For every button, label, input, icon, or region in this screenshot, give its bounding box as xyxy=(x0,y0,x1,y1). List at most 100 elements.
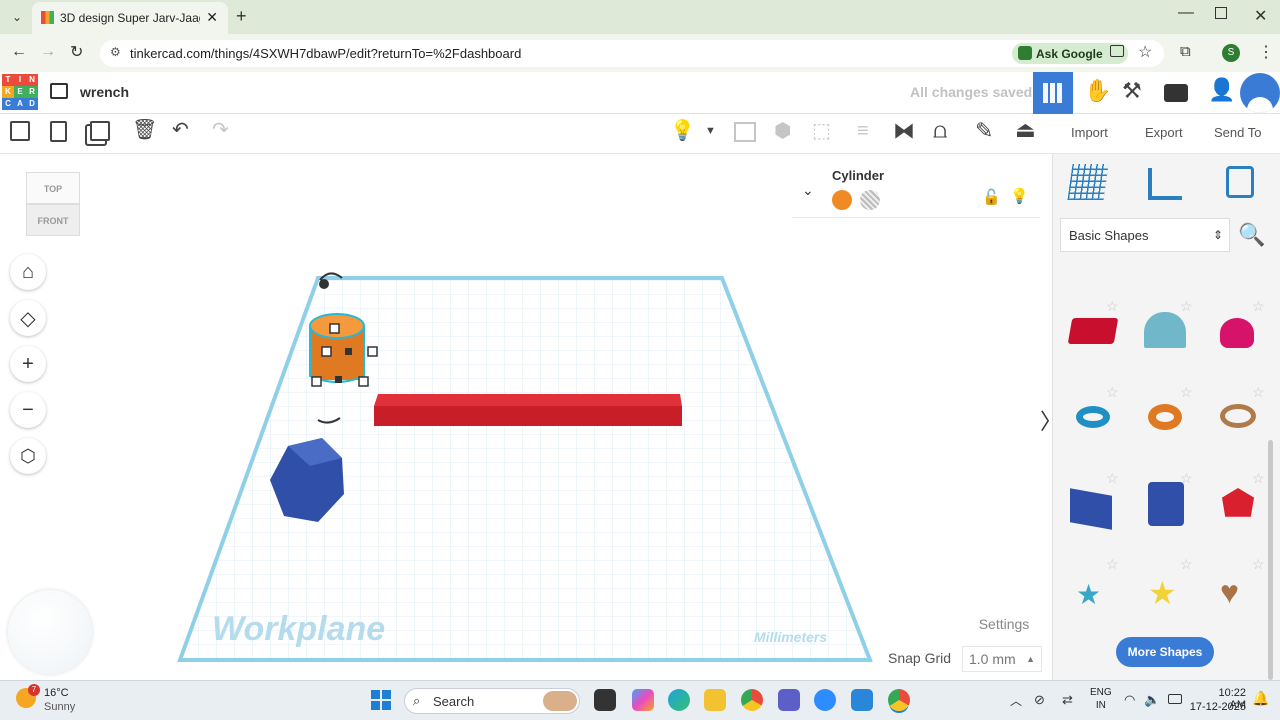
view-cube-top[interactable]: TOP xyxy=(26,172,80,204)
favorite-star-icon[interactable]: ☆ xyxy=(1106,298,1119,315)
fit-view-button[interactable]: ◇ xyxy=(10,300,46,336)
shape-tile-star-yellow[interactable]: ★ xyxy=(1148,574,1177,612)
bricks-mode-icon[interactable]: ⚒ xyxy=(1122,80,1142,102)
design-list-icon[interactable] xyxy=(50,83,68,99)
clock-date[interactable]: 17-12-2025 xyxy=(1188,701,1246,713)
copy-icon[interactable] xyxy=(10,121,30,141)
shape-tile-heart[interactable]: ♥ xyxy=(1220,574,1239,611)
hole-icon[interactable]: ⬚ xyxy=(812,121,831,141)
shape-tile-torus[interactable] xyxy=(1076,406,1110,428)
workplane-tool-icon[interactable]: ⏏ xyxy=(1015,119,1036,141)
favorite-star-icon[interactable]: ☆ xyxy=(1252,384,1265,401)
user-avatar[interactable] xyxy=(1240,73,1280,113)
visibility-bulb-icon[interactable]: 💡 xyxy=(1010,187,1029,205)
install-app-icon[interactable] xyxy=(1110,45,1124,57)
tray-network-activity-icon[interactable]: ⇄ xyxy=(1062,692,1073,708)
favorite-star-icon[interactable]: ☆ xyxy=(1180,298,1193,315)
language-indicator[interactable]: ENG IN xyxy=(1090,686,1112,712)
volume-icon[interactable]: 🔈 xyxy=(1144,692,1160,708)
search-shapes-icon[interactable]: 🔍 xyxy=(1238,222,1265,248)
battery-icon[interactable] xyxy=(1168,694,1182,704)
solid-color-swatch[interactable] xyxy=(832,190,852,210)
duplicate-icon[interactable] xyxy=(90,121,110,141)
3d-viewport[interactable]: Workplane Millimeters xyxy=(0,154,1050,680)
redo-icon[interactable]: ↷ xyxy=(212,120,229,140)
close-window-icon[interactable]: ✕ xyxy=(1254,6,1267,26)
shape-category-select[interactable]: Basic Shapes ⇕ xyxy=(1060,218,1230,252)
photos-icon[interactable] xyxy=(851,689,873,711)
import-button[interactable]: Import xyxy=(1071,114,1108,150)
shape-tile-text[interactable] xyxy=(1067,318,1119,344)
group-icon[interactable] xyxy=(734,122,756,142)
copilot-icon[interactable] xyxy=(632,689,654,711)
delete-icon[interactable]: 🗑 xyxy=(132,120,157,140)
wifi-icon[interactable]: ◠ xyxy=(1124,692,1135,708)
cruise-magnet-icon[interactable]: ⩍ xyxy=(933,120,947,142)
tray-chevron-icon[interactable]: ︿ xyxy=(1010,692,1022,709)
favorite-star-icon[interactable]: ☆ xyxy=(1252,298,1265,315)
view-cube-front[interactable]: FRONT xyxy=(26,204,80,236)
favorite-star-icon[interactable]: ☆ xyxy=(1252,470,1265,487)
send-to-button[interactable]: Send To xyxy=(1214,114,1261,150)
tray-defender-icon[interactable]: ⊘ xyxy=(1034,692,1045,708)
shape-tile-half-cylinder[interactable] xyxy=(1144,312,1186,348)
view-cube[interactable]: TOP FRONT xyxy=(26,172,80,238)
shape-tile-ring[interactable] xyxy=(1220,404,1256,428)
shape-tile-paraboloid[interactable] xyxy=(1220,318,1254,348)
snap-grid-select[interactable]: 1.0 mm ▲ xyxy=(962,646,1042,672)
perspective-button[interactable]: ⬡ xyxy=(10,438,46,474)
extensions-icon[interactable]: ⧉ xyxy=(1180,43,1191,60)
view-3d-grid-button[interactable] xyxy=(1033,72,1073,114)
bookmark-star-icon[interactable]: ☆ xyxy=(1138,42,1152,62)
more-shapes-button[interactable]: More Shapes xyxy=(1116,637,1214,667)
lock-icon[interactable]: 🔓 xyxy=(982,188,1001,206)
address-bar[interactable]: ⚙ tinkercad.com/things/4SXWH7dbawP/edit?… xyxy=(100,40,1164,67)
design-name[interactable]: wrench xyxy=(80,84,129,100)
favorite-star-icon[interactable]: ☆ xyxy=(1106,470,1119,487)
chrome-menu-icon[interactable]: ⋮ xyxy=(1258,42,1274,62)
file-explorer-icon[interactable] xyxy=(704,689,726,711)
workplane-panel-icon[interactable] xyxy=(1067,164,1109,200)
paste-icon[interactable] xyxy=(50,121,67,142)
browser-tab-active[interactable]: 3D design Super Jarv-Jaagub - ✕ xyxy=(32,2,228,34)
teams-icon[interactable] xyxy=(778,689,800,711)
chrome-profile-icon[interactable] xyxy=(888,689,910,711)
back-icon[interactable]: ← xyxy=(11,43,27,61)
favorite-star-icon[interactable]: ☆ xyxy=(1180,470,1193,487)
notification-bell-icon[interactable]: 🔔 xyxy=(1252,690,1269,707)
shape-tile-tube[interactable] xyxy=(1148,404,1182,430)
favorite-star-icon[interactable]: ☆ xyxy=(1106,556,1119,573)
settings-button[interactable]: Settings xyxy=(968,610,1040,638)
undo-icon[interactable]: ↶ xyxy=(172,120,189,140)
zoom-out-button[interactable]: − xyxy=(10,392,46,428)
favorite-star-icon[interactable]: ☆ xyxy=(1180,384,1193,401)
mirror-icon[interactable]: ⧓ xyxy=(893,120,915,142)
edge-icon[interactable] xyxy=(668,689,690,711)
home-view-button[interactable]: ⌂ xyxy=(10,254,46,290)
new-tab-icon[interactable]: + xyxy=(236,6,247,27)
collapse-inspector-icon[interactable]: ⌄ xyxy=(802,182,814,199)
export-button[interactable]: Export xyxy=(1145,114,1183,150)
forward-icon[interactable]: → xyxy=(40,43,56,61)
notes-light-icon[interactable]: 💡 xyxy=(670,121,695,141)
tinkercad-logo[interactable]: T I N K E R C A D xyxy=(2,74,38,110)
hole-swatch[interactable] xyxy=(860,190,880,210)
task-view-icon[interactable] xyxy=(594,689,616,711)
shape-tile-star-blue[interactable]: ★ xyxy=(1076,578,1101,611)
tab-search-icon[interactable]: ⌄ xyxy=(8,8,26,26)
shape-tile-hexagon[interactable] xyxy=(1148,482,1184,526)
navigation-orb[interactable] xyxy=(8,590,92,674)
align-icon[interactable]: ≡ xyxy=(857,121,869,141)
ruler-icon[interactable]: ✎ xyxy=(975,120,993,142)
profile-avatar[interactable]: S xyxy=(1222,44,1240,62)
ungroup-icon[interactable]: ⬢ xyxy=(774,121,791,141)
favorite-star-icon[interactable]: ☆ xyxy=(1106,384,1119,401)
close-tab-icon[interactable]: ✕ xyxy=(206,9,218,26)
notes-dropdown-icon[interactable]: ▼ xyxy=(705,126,716,137)
chrome-icon[interactable] xyxy=(741,689,763,711)
add-user-icon[interactable]: 👤 xyxy=(1208,79,1235,101)
site-info-icon[interactable]: ⚙ xyxy=(110,45,121,59)
panel-scrollbar[interactable] xyxy=(1268,440,1273,680)
taskbar-search[interactable]: ⌕ Search xyxy=(404,688,580,714)
maximize-icon[interactable] xyxy=(1215,7,1227,19)
